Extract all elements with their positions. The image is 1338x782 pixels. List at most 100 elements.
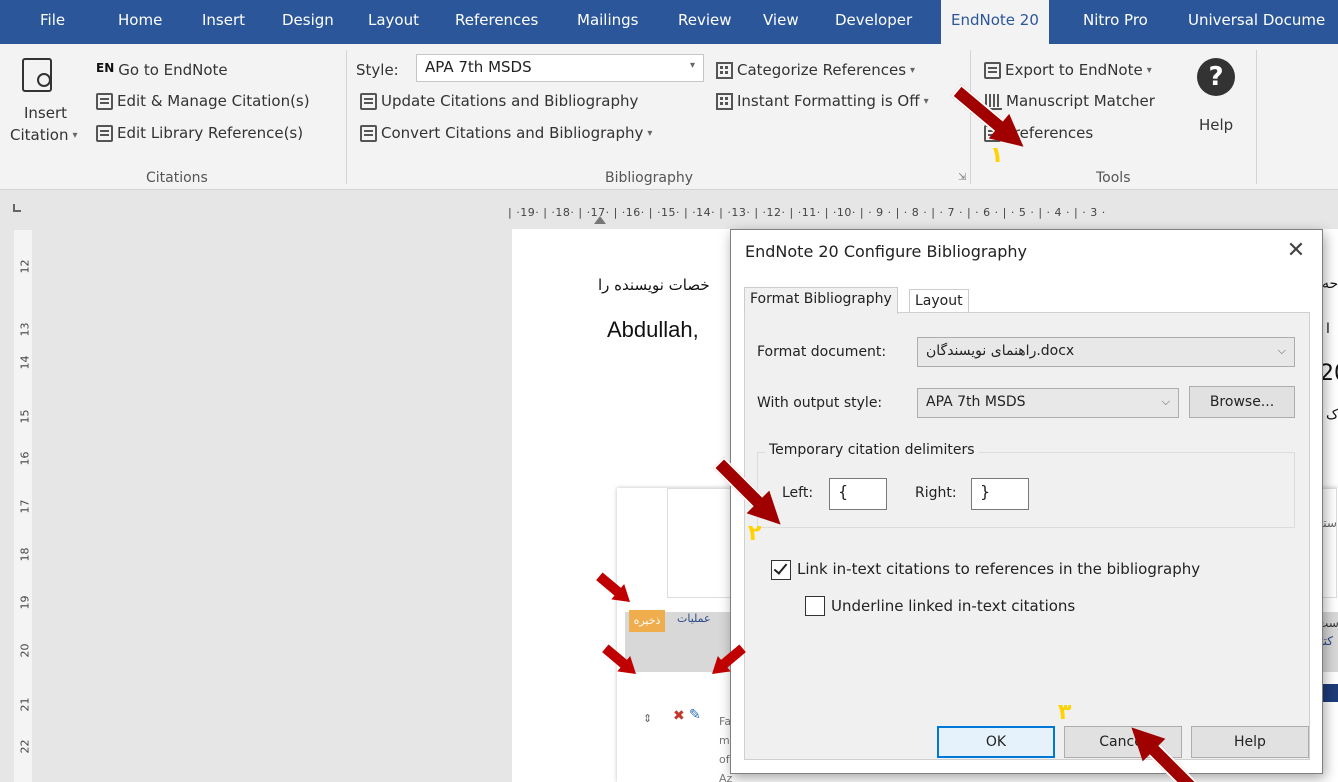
tab-nitro-pro[interactable]: Nitro Pro xyxy=(1083,0,1148,44)
link-citations-checkbox[interactable] xyxy=(771,560,791,580)
chevron-down-icon: ▾ xyxy=(689,60,695,71)
insert-citation-label-line2: Citation xyxy=(10,126,69,144)
endnote-badge-icon: EN xyxy=(96,61,115,75)
dialog-launcher-icon[interactable]: ⇲ xyxy=(958,172,966,183)
tab-developer[interactable]: Developer xyxy=(835,0,912,44)
categorize-references-button[interactable]: Categorize References ▾ xyxy=(716,61,915,79)
indent-marker-icon[interactable] xyxy=(594,216,606,224)
help-button[interactable]: Help xyxy=(1191,726,1309,758)
update-citations-button[interactable]: Update Citations and Bibliography xyxy=(360,92,638,110)
tab-file[interactable]: File xyxy=(40,0,65,44)
step-2-badge: ۲ xyxy=(748,521,762,546)
tab-review[interactable]: Review xyxy=(678,0,732,44)
insert-citation-label-line1[interactable]: Insert xyxy=(24,104,67,122)
format-document-label: Format document: xyxy=(757,344,887,360)
convert-citations-button[interactable]: Convert Citations and Bibliography ▾ xyxy=(360,124,652,142)
vertical-ruler[interactable]: 12 13 14 15 16 17 18 19 20 21 22 xyxy=(14,230,32,782)
group-divider xyxy=(346,50,347,184)
browse-button[interactable]: Browse... xyxy=(1189,386,1295,418)
ruler-tick: 16 xyxy=(18,451,32,466)
tab-selector[interactable] xyxy=(0,190,36,226)
document-line: ا xyxy=(1326,321,1330,337)
document-line: حه xyxy=(1322,276,1338,292)
underline-citations-checkbox[interactable] xyxy=(805,596,825,616)
close-icon[interactable]: ✕ xyxy=(1283,238,1309,264)
left-tab-icon xyxy=(13,204,21,212)
tab-design[interactable]: Design xyxy=(282,0,334,44)
instant-formatting-button[interactable]: Instant Formatting is Off ▾ xyxy=(716,92,929,110)
horizontal-ruler[interactable]: | ·19· | ·18· | ·17· | ·16· | ·15· | ·14… xyxy=(508,206,1338,224)
sort-icon: ⇕ xyxy=(643,712,653,725)
export-icon xyxy=(984,61,1001,79)
document-line: خصات نویسنده را xyxy=(598,276,710,294)
dialog-title: EndNote 20 Configure Bibliography xyxy=(745,242,1028,261)
document-line: ک xyxy=(1326,407,1338,423)
update-icon xyxy=(360,92,377,110)
instant-formatting-icon xyxy=(716,92,733,110)
tab-references[interactable]: References xyxy=(455,0,538,44)
step-3-badge: ۳ xyxy=(1058,700,1072,725)
convert-label: Convert Citations and Bibliography xyxy=(381,124,644,142)
style-dropdown-value: APA 7th MSDS xyxy=(425,58,532,76)
convert-icon xyxy=(360,124,377,142)
endnote-ribbon: Insert Citation ▾ EN Go to EndNote Edit &… xyxy=(0,44,1338,190)
help-icon[interactable]: ? xyxy=(1197,58,1235,96)
chevron-down-icon: ▾ xyxy=(910,64,916,76)
ruler-tick: 17 xyxy=(18,499,32,514)
tab-layout-dialog[interactable]: Layout xyxy=(909,289,969,312)
dialog-body xyxy=(744,312,1310,760)
save-badge: ذخیره xyxy=(629,610,665,632)
edit-icon: ✎ xyxy=(689,707,701,723)
export-to-endnote-button[interactable]: Export to EndNote ▾ xyxy=(984,61,1152,79)
output-style-label: With output style: xyxy=(757,395,883,411)
chevron-down-icon: ▾ xyxy=(923,95,929,107)
style-label: Style: xyxy=(356,61,399,79)
ruler-tick: 12 xyxy=(18,259,32,274)
edit-library-label: Edit Library Reference(s) xyxy=(117,124,304,142)
tab-universal-document[interactable]: Universal Docume xyxy=(1188,0,1325,44)
delete-icon: ✖ xyxy=(673,708,685,724)
tab-view[interactable]: View xyxy=(763,0,799,44)
ruler-tick: 13 xyxy=(18,322,32,337)
manuscript-label: Manuscript Matcher xyxy=(1006,92,1155,110)
update-label: Update Citations and Bibliography xyxy=(381,92,639,110)
tab-endnote[interactable]: EndNote 20 xyxy=(941,0,1049,44)
tab-format-bibliography[interactable]: Format Bibliography xyxy=(744,287,898,314)
right-delimiter-input[interactable]: } xyxy=(971,478,1029,510)
configure-bibliography-dialog: EndNote 20 Configure Bibliography ✕ Form… xyxy=(730,229,1323,774)
ruler-tick: 14 xyxy=(18,355,32,370)
ruler-tick: 22 xyxy=(18,739,32,754)
ok-button[interactable]: OK xyxy=(937,726,1055,758)
output-style-dropdown[interactable]: APA 7th MSDS ⌵ xyxy=(917,388,1179,418)
categorize-icon xyxy=(716,61,733,79)
link-citations-label[interactable]: Link in-text citations to references in … xyxy=(797,560,1200,578)
edit-manage-label: Edit & Manage Citation(s) xyxy=(117,92,310,110)
edit-library-icon xyxy=(96,124,113,142)
export-label: Export to EndNote xyxy=(1005,61,1143,79)
right-delimiter-label: Right: xyxy=(915,485,957,501)
ruler-tick: 18 xyxy=(18,547,32,562)
insert-citation-button[interactable]: Citation ▾ xyxy=(10,126,77,144)
help-button-label[interactable]: Help xyxy=(1199,116,1233,134)
underline-citations-label[interactable]: Underline linked in-text citations xyxy=(831,597,1075,615)
chevron-down-icon: ⌵ xyxy=(1277,344,1286,357)
chevron-down-icon: ⌵ xyxy=(1161,395,1170,408)
instant-formatting-label: Instant Formatting is Off xyxy=(737,92,920,110)
tab-home[interactable]: Home xyxy=(118,0,162,44)
tools-group-label: Tools xyxy=(1096,170,1131,186)
tab-layout[interactable]: Layout xyxy=(368,0,419,44)
tab-insert[interactable]: Insert xyxy=(202,0,245,44)
left-delimiter-input[interactable]: { xyxy=(829,478,887,510)
manuscript-matcher-button[interactable]: Manuscript Matcher xyxy=(984,92,1155,110)
ops-label: عملیات xyxy=(677,612,711,625)
insert-citation-icon[interactable] xyxy=(22,58,52,92)
go-to-endnote-button[interactable]: EN Go to EndNote xyxy=(96,61,228,79)
format-document-dropdown[interactable]: راهنمای نویسندگان.docx ⌵ xyxy=(917,337,1295,367)
citations-group-label: Citations xyxy=(146,170,208,186)
ruler-tick: 21 xyxy=(18,697,32,712)
edit-library-reference-button[interactable]: Edit Library Reference(s) xyxy=(96,124,303,142)
tab-mailings[interactable]: Mailings xyxy=(577,0,638,44)
style-dropdown[interactable]: APA 7th MSDS ▾ xyxy=(416,54,704,82)
group-divider xyxy=(1256,50,1257,184)
edit-manage-citations-button[interactable]: Edit & Manage Citation(s) xyxy=(96,92,310,110)
